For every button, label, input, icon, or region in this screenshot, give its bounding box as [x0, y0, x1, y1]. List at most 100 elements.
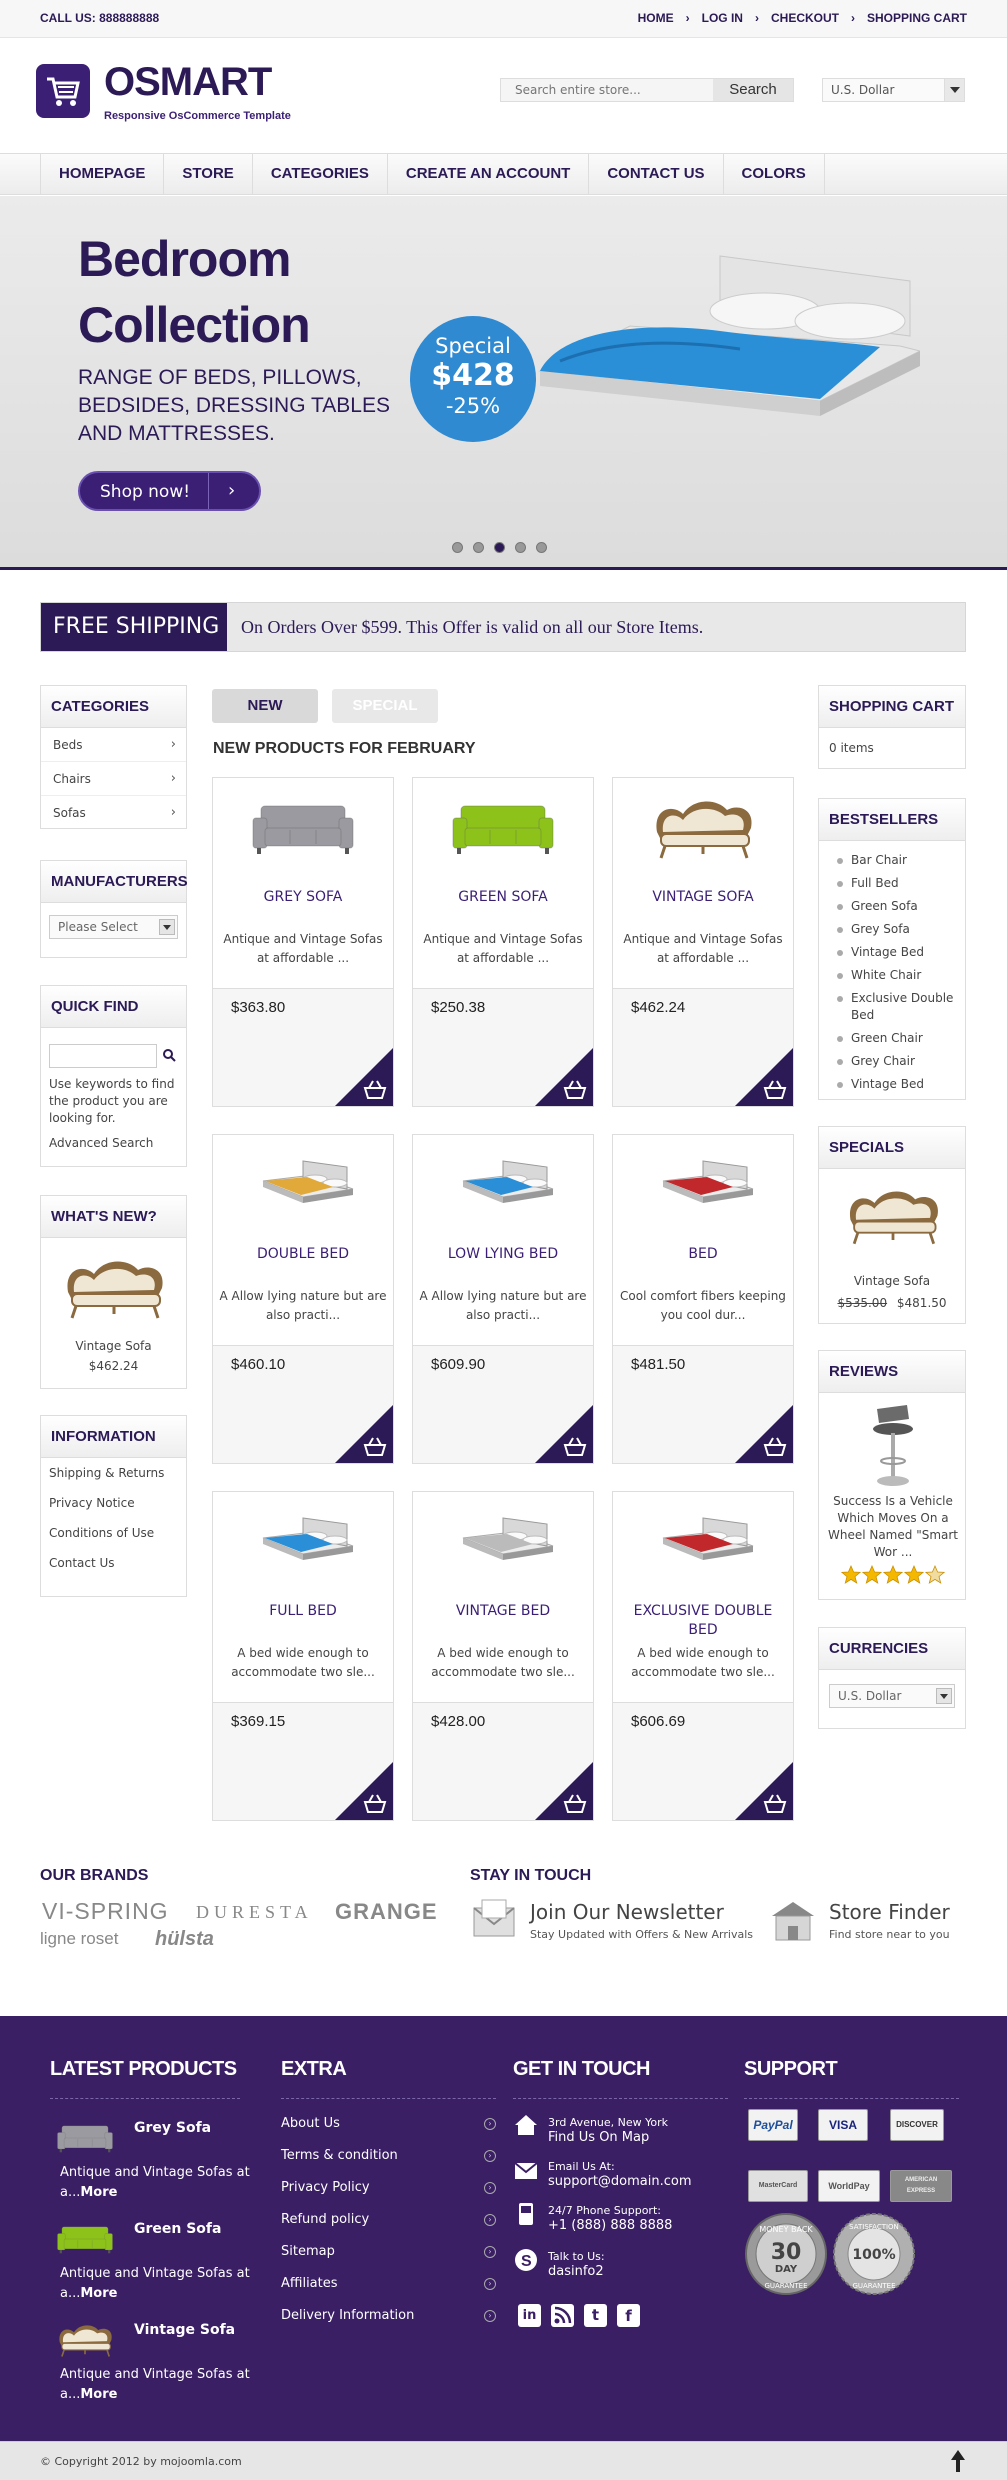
product-card[interactable]: EXCLUSIVE DOUBLE BED A bed wide enough t…: [612, 1491, 794, 1821]
logo-cart-icon[interactable]: [36, 64, 90, 118]
currency-select[interactable]: U.S. Dollar: [822, 78, 965, 102]
basket-icon[interactable]: [335, 1405, 393, 1463]
slider-dot[interactable]: [536, 542, 547, 553]
info-contact-us[interactable]: Contact Us: [41, 1548, 186, 1578]
bestseller-item[interactable]: Vintage Bed: [819, 1073, 965, 1096]
store-finder-title[interactable]: Store Finder: [829, 1900, 950, 1924]
product-card[interactable]: FULL BED A bed wide enough to accommodat…: [212, 1491, 394, 1821]
bestseller-item[interactable]: White Chair: [819, 964, 965, 987]
search-input[interactable]: [501, 79, 713, 101]
whats-new-name[interactable]: Vintage Sofa: [41, 1338, 186, 1355]
nav-create-account[interactable]: CREATE AN ACCOUNT: [388, 154, 590, 194]
product-card[interactable]: LOW LYING BED A Allow lying nature but a…: [412, 1134, 594, 1464]
product-image[interactable]: [413, 788, 593, 868]
basket-icon[interactable]: [535, 1762, 593, 1820]
footer-product-image[interactable]: [52, 2217, 118, 2261]
bestseller-item[interactable]: Grey Chair: [819, 1050, 965, 1073]
back-to-top-icon[interactable]: [948, 2448, 968, 2474]
currencies-select[interactable]: U.S. Dollar: [829, 1684, 955, 1708]
tab-special[interactable]: SPECIAL: [332, 689, 438, 723]
search-button[interactable]: Search: [713, 79, 793, 101]
category-chairs[interactable]: Chairs ›: [41, 762, 186, 796]
basket-icon[interactable]: [335, 1762, 393, 1820]
bestseller-item[interactable]: Green Chair: [819, 1027, 965, 1050]
logo-name[interactable]: OSMART: [104, 60, 272, 105]
slider-dot[interactable]: [452, 542, 463, 553]
footer-product-name[interactable]: Green Sofa: [134, 2221, 221, 2237]
top-link-checkout[interactable]: CHECKOUT: [771, 11, 839, 25]
product-name[interactable]: EXCLUSIVE DOUBLE BED: [618, 1602, 788, 1640]
product-name[interactable]: FULL BED: [218, 1602, 388, 1621]
bestseller-item[interactable]: Grey Sofa: [819, 918, 965, 941]
slider-dot[interactable]: [515, 542, 526, 553]
category-sofas[interactable]: Sofas ›: [41, 796, 186, 830]
product-image[interactable]: [213, 1145, 393, 1225]
twitter-icon[interactable]: t: [584, 2304, 607, 2327]
category-beds[interactable]: Beds ›: [41, 728, 186, 762]
more-link[interactable]: More: [80, 2286, 117, 2301]
tab-new[interactable]: NEW: [212, 689, 318, 723]
more-link[interactable]: More: [80, 2387, 117, 2402]
product-card[interactable]: DOUBLE BED A Allow lying nature but are …: [212, 1134, 394, 1464]
nav-colors[interactable]: COLORS: [724, 154, 825, 194]
brand-ligne-roset[interactable]: ligne roset: [40, 1929, 118, 1949]
slider-dot[interactable]: [473, 542, 484, 553]
bestseller-item[interactable]: Green Sofa: [819, 895, 965, 918]
brand-duresta[interactable]: DURESTA: [196, 1902, 313, 1923]
product-image[interactable]: [213, 788, 393, 868]
product-name[interactable]: GREY SOFA: [218, 888, 388, 907]
product-card[interactable]: VINTAGE SOFA Antique and Vintage Sofas a…: [612, 777, 794, 1107]
shop-now-button[interactable]: Shop now! ›: [78, 471, 261, 511]
top-link-cart[interactable]: SHOPPING CART: [867, 11, 967, 25]
product-name[interactable]: GREEN SOFA: [418, 888, 588, 907]
footer-product-name[interactable]: Grey Sofa: [134, 2120, 211, 2136]
product-image[interactable]: [413, 1145, 593, 1225]
basket-icon[interactable]: [535, 1048, 593, 1106]
store-finder-icon[interactable]: [768, 1898, 818, 1944]
newsletter-title[interactable]: Join Our Newsletter: [530, 1900, 724, 1924]
manufacturers-select[interactable]: Please Select: [49, 915, 178, 939]
footer-extra-link[interactable]: About Us ›: [281, 2116, 496, 2148]
brand-hulsta[interactable]: hülsta: [155, 1928, 214, 1951]
slider-dot[interactable]: [494, 542, 505, 553]
basket-icon[interactable]: [735, 1762, 793, 1820]
rss-icon[interactable]: [551, 2304, 574, 2327]
info-conditions[interactable]: Conditions of Use: [41, 1518, 186, 1548]
whats-new-image[interactable]: [54, 1248, 174, 1328]
find-us-on-map-link[interactable]: Find Us On Map: [548, 2130, 649, 2145]
bar-stool-image[interactable]: [863, 1403, 923, 1489]
product-card[interactable]: GREEN SOFA Antique and Vintage Sofas at …: [412, 777, 594, 1107]
newsletter-envelope-icon[interactable]: [470, 1898, 518, 1940]
footer-extra-link[interactable]: Terms & condition ›: [281, 2148, 496, 2180]
product-name[interactable]: DOUBLE BED: [218, 1245, 388, 1264]
footer-product-image[interactable]: [52, 2116, 118, 2160]
basket-icon[interactable]: [335, 1048, 393, 1106]
product-card[interactable]: BED Cool comfort fibers keeping you cool…: [612, 1134, 794, 1464]
footer-extra-link[interactable]: Affiliates ›: [281, 2276, 496, 2308]
bestseller-item[interactable]: Vintage Bed: [819, 941, 965, 964]
quick-find-input[interactable]: [49, 1044, 157, 1068]
info-shipping-returns[interactable]: Shipping & Returns: [41, 1458, 186, 1488]
advanced-search-link[interactable]: Advanced Search: [49, 1135, 153, 1152]
footer-product-image[interactable]: [52, 2318, 118, 2362]
bestseller-item[interactable]: Exclusive Double Bed: [819, 987, 965, 1027]
footer-extra-link[interactable]: Delivery Information ›: [281, 2308, 496, 2340]
specials-name[interactable]: Vintage Sofa: [819, 1273, 965, 1290]
top-link-login[interactable]: LOG IN: [702, 11, 743, 25]
product-name[interactable]: LOW LYING BED: [418, 1245, 588, 1264]
linkedin-icon[interactable]: in: [518, 2304, 541, 2327]
footer-extra-link[interactable]: Privacy Policy ›: [281, 2180, 496, 2212]
top-link-home[interactable]: HOME: [638, 11, 674, 25]
nav-categories[interactable]: CATEGORIES: [253, 154, 388, 194]
skype-id[interactable]: dasinfo2: [548, 2264, 604, 2279]
footer-product-name[interactable]: Vintage Sofa: [134, 2322, 235, 2338]
search-icon[interactable]: [162, 1048, 176, 1062]
email-link[interactable]: support@domain.com: [548, 2174, 692, 2189]
product-name[interactable]: VINTAGE BED: [418, 1602, 588, 1621]
footer-extra-link[interactable]: Sitemap ›: [281, 2244, 496, 2276]
more-link[interactable]: More: [80, 2185, 117, 2200]
nav-homepage[interactable]: HOMEPAGE: [40, 154, 165, 194]
product-name[interactable]: BED: [618, 1245, 788, 1264]
footer-extra-link[interactable]: Refund policy ›: [281, 2212, 496, 2244]
product-name[interactable]: VINTAGE SOFA: [618, 888, 788, 907]
